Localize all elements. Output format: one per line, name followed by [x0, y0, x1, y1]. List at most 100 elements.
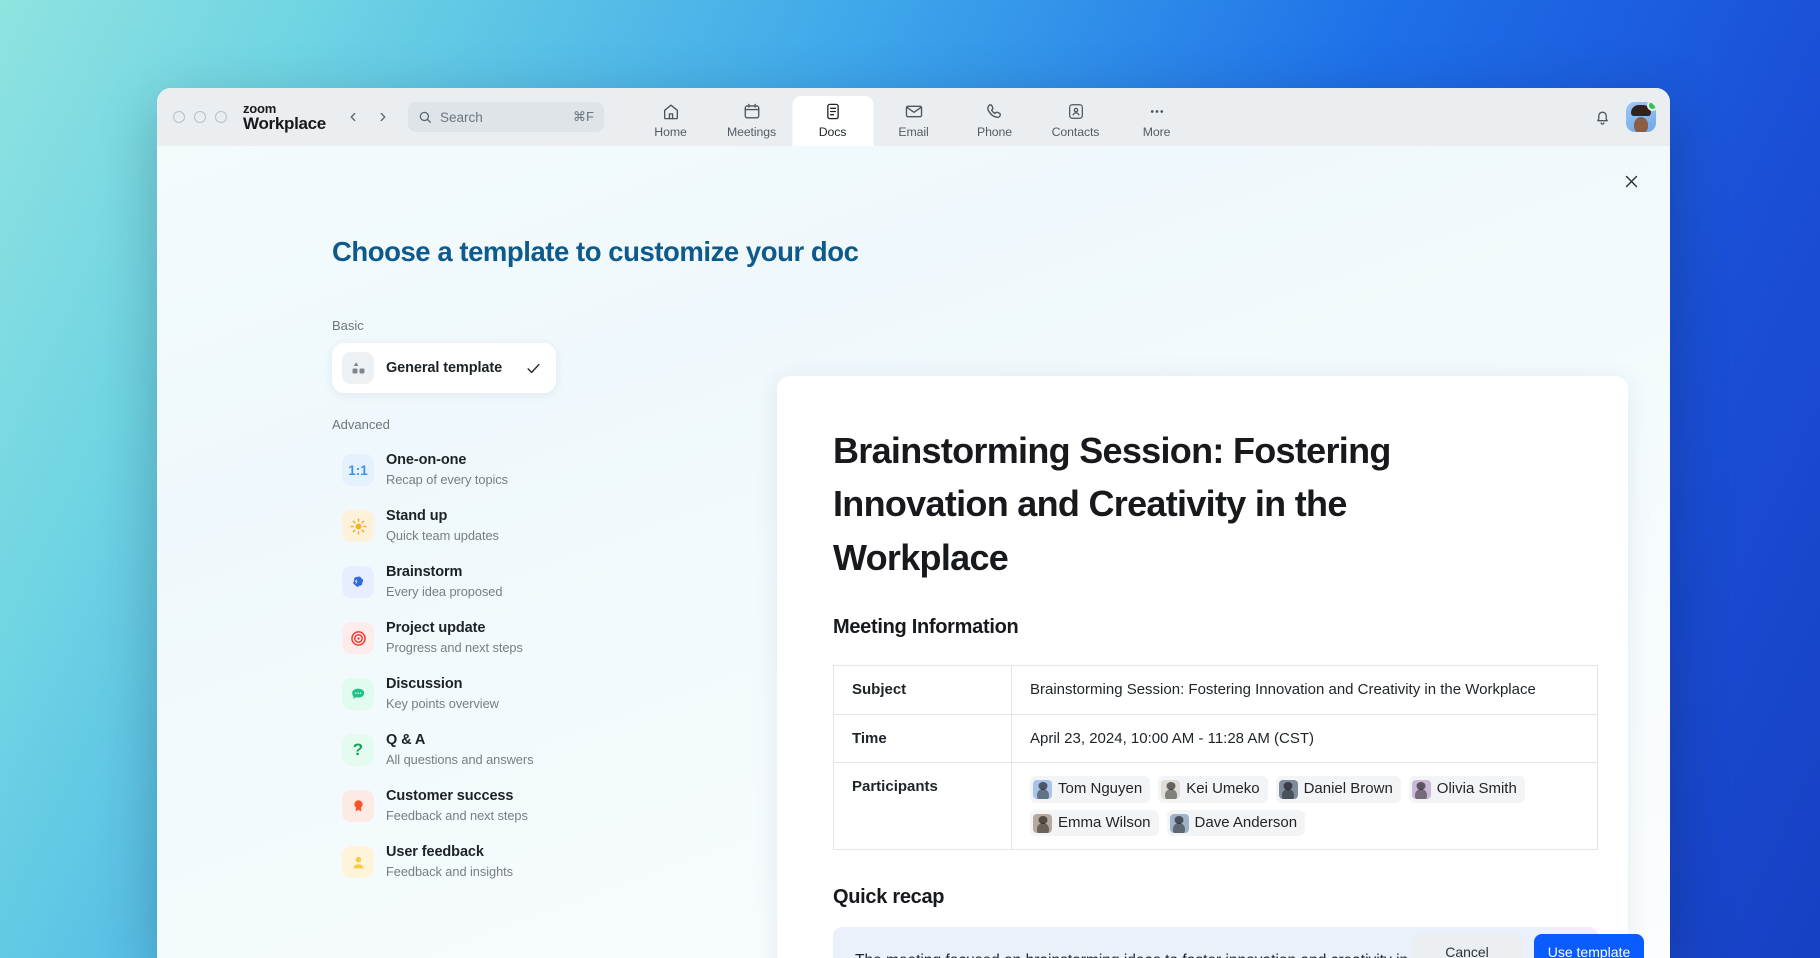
- award-ribbon-icon: [342, 790, 374, 822]
- app-window: zoom Workplace Search ⌘F Home: [157, 88, 1670, 958]
- target-icon: [342, 622, 374, 654]
- tab-docs[interactable]: Docs: [792, 96, 873, 146]
- template-stand-up-name: Stand up: [386, 508, 447, 524]
- template-user-feedback-name: User feedback: [386, 844, 484, 860]
- calendar-icon: [742, 101, 761, 122]
- meeting-information-table: Subject Brainstorming Session: Fostering…: [833, 665, 1598, 851]
- brain-icon: [342, 566, 374, 598]
- participant-chip[interactable]: Kei Umeko: [1158, 776, 1267, 803]
- brand-zoom-text: zoom: [243, 102, 326, 115]
- page-title: Choose a template to customize your doc: [332, 236, 858, 268]
- template-one-on-one-name: One-on-one: [386, 452, 466, 468]
- tab-home[interactable]: Home: [630, 96, 711, 146]
- template-item-discussion[interactable]: Discussion Key points overview: [332, 666, 562, 722]
- tab-phone[interactable]: Phone: [954, 96, 1035, 146]
- maximize-window-button[interactable]: [215, 111, 227, 123]
- participant-name: Emma Wilson: [1058, 812, 1151, 835]
- table-cell-value-subject: Brainstorming Session: Fostering Innovat…: [1012, 665, 1598, 714]
- template-item-stand-up[interactable]: Stand up Quick team updates: [332, 498, 562, 554]
- bell-icon[interactable]: [1593, 108, 1612, 127]
- template-stand-up-sub: Quick team updates: [386, 528, 499, 543]
- template-item-user-feedback[interactable]: User feedback Feedback and insights: [332, 834, 562, 890]
- participant-name: Daniel Brown: [1304, 778, 1393, 801]
- search-shortcut: ⌘F: [573, 109, 594, 125]
- template-discussion-name: Discussion: [386, 676, 462, 692]
- search-input[interactable]: Search ⌘F: [408, 102, 604, 132]
- back-arrow-icon[interactable]: [340, 104, 366, 130]
- table-row: Subject Brainstorming Session: Fostering…: [834, 665, 1598, 714]
- section-quick-recap: Quick recap: [833, 886, 1572, 909]
- template-brainstorm-sub: Every idea proposed: [386, 584, 502, 599]
- zoom-workplace-logo: zoom Workplace: [243, 102, 326, 133]
- participant-chip[interactable]: Emma Wilson: [1030, 810, 1159, 837]
- template-qa-name: Q & A: [386, 732, 425, 748]
- forward-arrow-icon[interactable]: [370, 104, 396, 130]
- tab-meetings[interactable]: Meetings: [711, 96, 792, 146]
- question-mark-icon: ?: [342, 734, 374, 766]
- participant-name: Dave Anderson: [1195, 812, 1298, 835]
- template-project-update-sub: Progress and next steps: [386, 640, 523, 655]
- avatar: [1412, 780, 1431, 799]
- avatar[interactable]: [1626, 102, 1656, 132]
- tab-email-label: Email: [898, 125, 928, 139]
- participant-chip[interactable]: Dave Anderson: [1167, 810, 1306, 837]
- participant-chip-list: Tom Nguyen Kei Umeko Daniel Brown Olivia…: [1030, 776, 1579, 836]
- title-bar: zoom Workplace Search ⌘F Home: [157, 88, 1670, 146]
- table-row: Time April 23, 2024, 10:00 AM - 11:28 AM…: [834, 714, 1598, 763]
- template-item-brainstorm[interactable]: Brainstorm Every idea proposed: [332, 554, 562, 610]
- sheet-footer-actions: Cancel Use template: [1412, 934, 1644, 958]
- shapes-icon: [342, 352, 374, 384]
- participant-name: Olivia Smith: [1437, 778, 1517, 801]
- template-item-customer-success[interactable]: Customer success Feedback and next steps: [332, 778, 562, 834]
- use-template-button[interactable]: Use template: [1534, 934, 1644, 958]
- avatar: [1161, 780, 1180, 799]
- table-row: Participants Tom Nguyen Kei Umeko Daniel…: [834, 763, 1598, 850]
- close-window-button[interactable]: [173, 111, 185, 123]
- minimize-window-button[interactable]: [194, 111, 206, 123]
- template-customer-success-sub: Feedback and next steps: [386, 808, 528, 823]
- window-controls[interactable]: [173, 111, 227, 123]
- template-user-feedback-sub: Feedback and insights: [386, 864, 513, 879]
- titlebar-right-actions: [1593, 102, 1656, 132]
- document-icon: [823, 101, 842, 122]
- document-title: Brainstorming Session: Fostering Innovat…: [833, 424, 1488, 584]
- brand-workplace-text: Workplace: [243, 115, 326, 132]
- table-cell-value-participants: Tom Nguyen Kei Umeko Daniel Brown Olivia…: [1012, 763, 1598, 850]
- template-item-qa[interactable]: ? Q & A All questions and answers: [332, 722, 562, 778]
- table-cell-key-participants: Participants: [834, 763, 1012, 850]
- tab-meetings-label: Meetings: [727, 125, 776, 139]
- template-one-on-one-sub: Recap of every topics: [386, 472, 508, 487]
- template-item-project-update[interactable]: Project update Progress and next steps: [332, 610, 562, 666]
- template-chooser-sheet: Choose a template to customize your doc …: [157, 146, 1670, 958]
- person-icon: [342, 846, 374, 878]
- template-item-general[interactable]: General template: [332, 343, 556, 393]
- document-preview: Brainstorming Session: Fostering Innovat…: [777, 376, 1628, 958]
- search-placeholder: Search: [440, 110, 565, 125]
- tab-contacts-label: Contacts: [1052, 125, 1100, 139]
- home-icon: [661, 101, 680, 122]
- table-cell-key-subject: Subject: [834, 665, 1012, 714]
- participant-chip[interactable]: Daniel Brown: [1276, 776, 1401, 803]
- template-qa-sub: All questions and answers: [386, 752, 533, 767]
- participant-chip[interactable]: Tom Nguyen: [1030, 776, 1150, 803]
- template-group-advanced-label: Advanced: [332, 417, 562, 432]
- table-cell-key-time: Time: [834, 714, 1012, 763]
- template-project-update-name: Project update: [386, 620, 485, 636]
- participant-name: Kei Umeko: [1186, 778, 1259, 801]
- cancel-button[interactable]: Cancel: [1412, 934, 1522, 958]
- tab-more[interactable]: More: [1116, 96, 1197, 146]
- ellipsis-icon: [1147, 101, 1166, 122]
- tab-home-label: Home: [654, 125, 686, 139]
- participant-chip[interactable]: Olivia Smith: [1409, 776, 1525, 803]
- chat-bubble-icon: [342, 678, 374, 710]
- status-badge: [1647, 102, 1656, 111]
- template-item-one-on-one[interactable]: 1:1 One-on-one Recap of every topics: [332, 442, 562, 498]
- tab-contacts[interactable]: Contacts: [1035, 96, 1116, 146]
- template-customer-success-name: Customer success: [386, 788, 513, 804]
- tab-email[interactable]: Email: [873, 96, 954, 146]
- template-group-basic-label: Basic: [332, 318, 562, 333]
- close-icon[interactable]: [1618, 168, 1644, 194]
- template-general-name: General template: [386, 360, 502, 376]
- envelope-icon: [904, 101, 923, 122]
- avatar: [1279, 780, 1298, 799]
